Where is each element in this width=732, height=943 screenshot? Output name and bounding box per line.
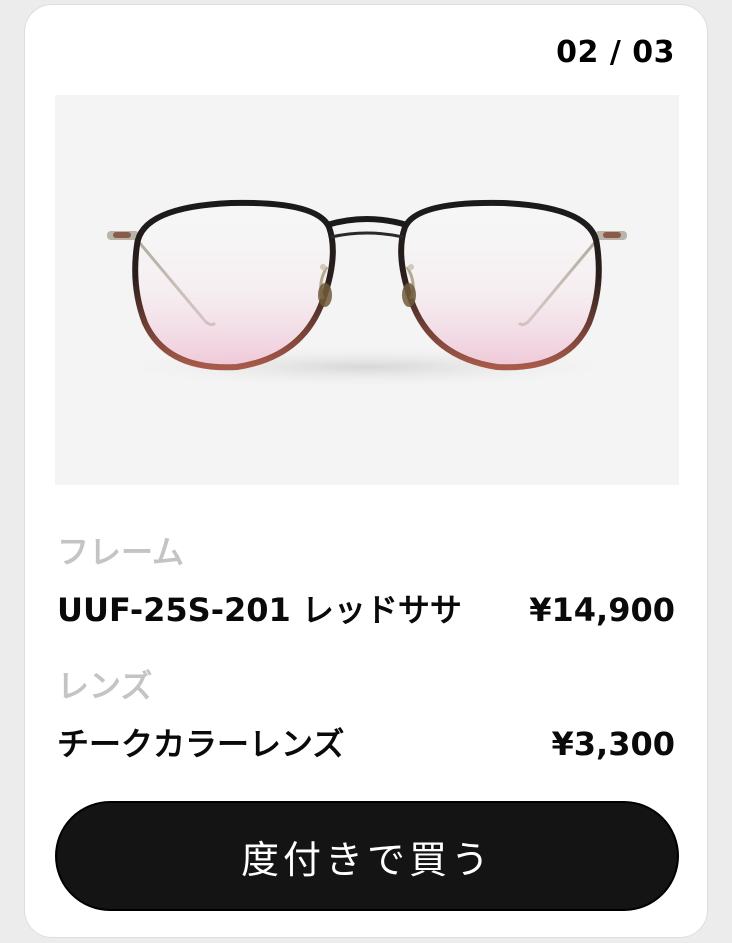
product-card: 02 / 03 フレーム UUF-25S-201 レッドササ ¥14,900 レ… <box>24 4 708 938</box>
product-image[interactable] <box>55 95 679 485</box>
lens-row: チークカラーレンズ ¥3,300 <box>57 719 675 765</box>
lens-price: ¥3,300 <box>551 725 675 763</box>
frame-row: UUF-25S-201 レッドササ ¥14,900 <box>57 585 675 631</box>
frame-name: UUF-25S-201 レッドササ <box>57 591 462 629</box>
frame-label: フレーム <box>57 533 185 571</box>
frame-price: ¥14,900 <box>529 591 675 629</box>
lens-name: チークカラーレンズ <box>57 725 345 763</box>
slide-counter: 02 / 03 <box>556 35 675 70</box>
eyeglasses-image <box>97 199 637 389</box>
buy-with-prescription-button[interactable]: 度付きで買う <box>55 801 679 911</box>
lens-label: レンズ <box>57 667 153 705</box>
